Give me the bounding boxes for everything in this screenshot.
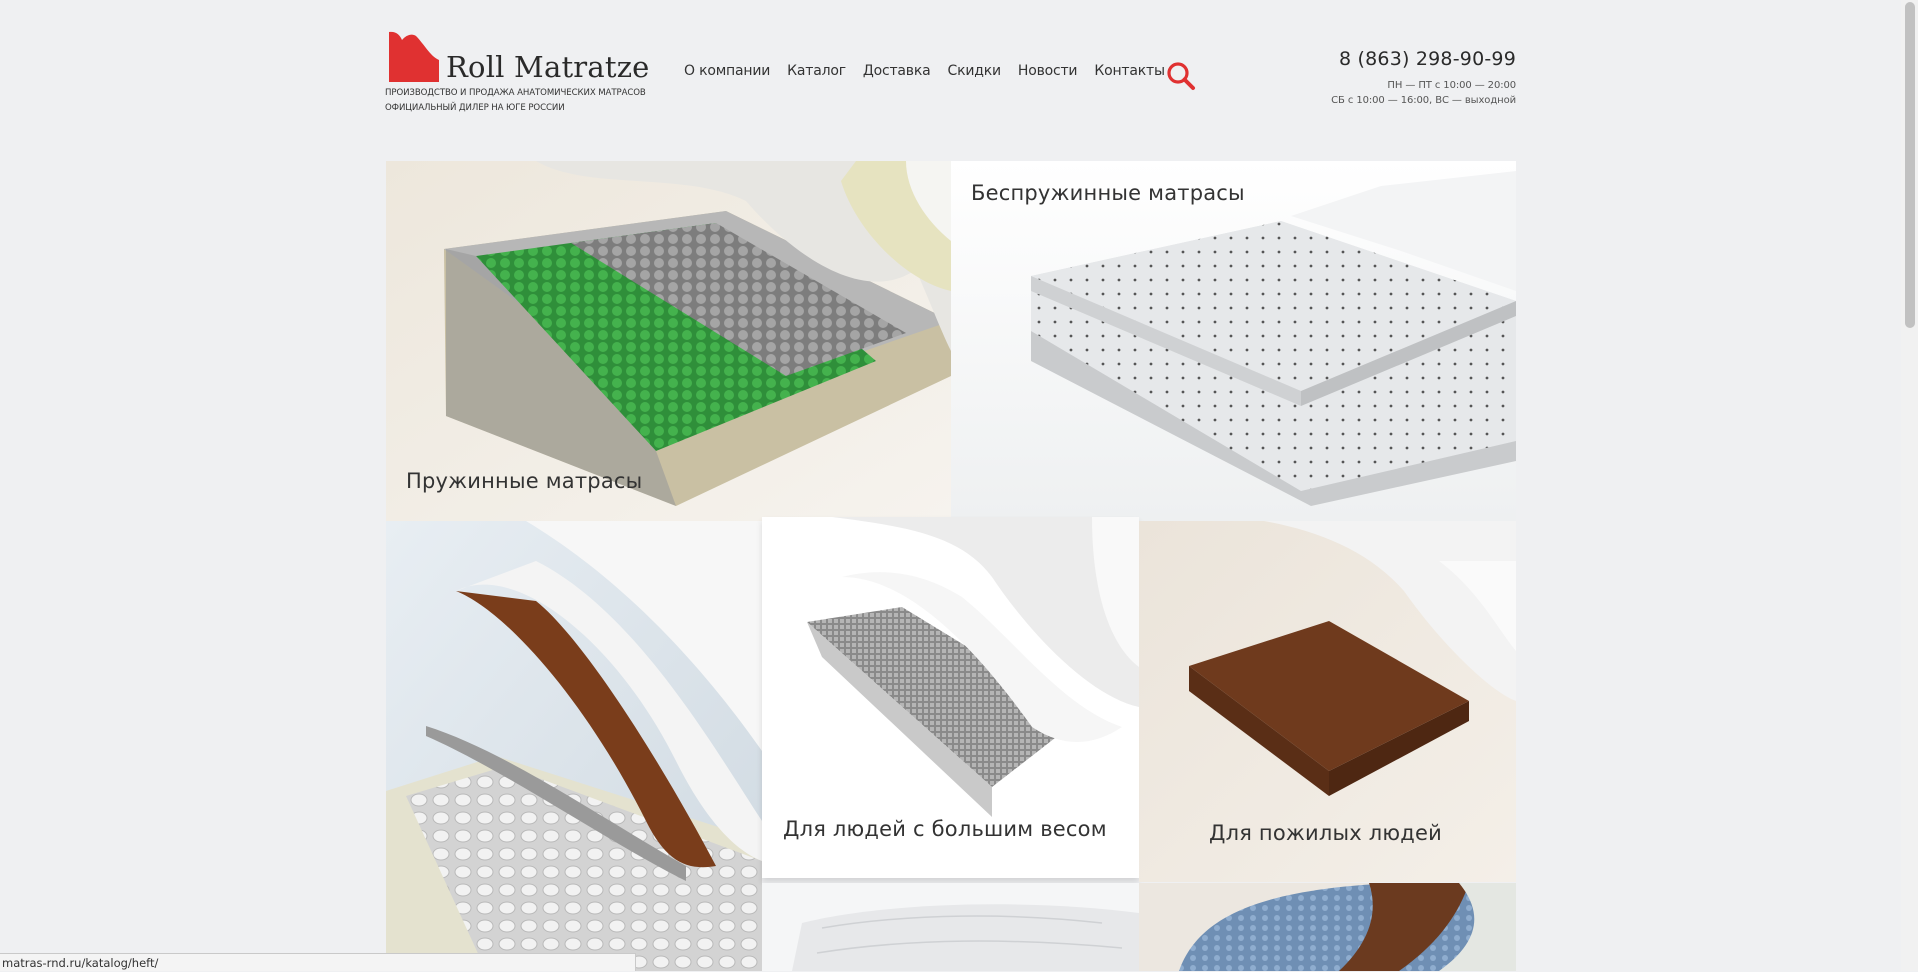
main-nav: О компании Каталог Доставка Скидки Новос… (684, 63, 1182, 79)
tile-springless-mattresses[interactable]: Беспружинные матрасы (951, 161, 1516, 521)
tile-heavy-people[interactable]: Для людей с большим весом (762, 517, 1139, 878)
nav-discounts[interactable]: Скидки (948, 63, 1002, 79)
blue-foam-mattress-image (1139, 883, 1516, 971)
tile-label-spring: Пружинные матрасы (406, 469, 643, 493)
quilted-topper-image (762, 883, 1139, 971)
tile-elderly-people[interactable]: Для пожилых людей (1139, 521, 1516, 882)
working-hours-weekend: СБ с 10:00 — 16:00, ВС — выходной (1331, 95, 1516, 106)
tile-label-heavy: Для людей с большим весом (783, 817, 1107, 841)
logo-icon[interactable] (386, 30, 440, 82)
spring-mattress-image (386, 161, 951, 521)
tile-orthopedic-foam[interactable] (1139, 883, 1516, 971)
nav-about[interactable]: О компании (684, 63, 770, 79)
working-hours-weekdays: ПН — ПТ с 10:00 — 20:00 (1387, 80, 1516, 91)
nav-delivery[interactable]: Доставка (863, 63, 931, 79)
tile-coconut-latex-mattresses[interactable] (386, 521, 762, 971)
springless-mattress-image (951, 161, 1516, 521)
browser-status-bar: matras-rnd.ru/katalog/heft/ (0, 953, 636, 971)
tile-spring-mattresses[interactable]: Пружинные матрасы (386, 161, 951, 521)
nav-contacts[interactable]: Контакты (1094, 63, 1165, 79)
tagline-production: ПРОИЗВОДСТВО И ПРОДАЖА АНАТОМИЧЕСКИХ МАТ… (385, 88, 646, 98)
nav-news[interactable]: Новости (1018, 63, 1078, 79)
tagline-dealer: ОФИЦИАЛЬНЫЙ ДИЛЕР НА ЮГЕ РОССИИ (385, 103, 565, 113)
nav-catalog[interactable]: Каталог (787, 63, 846, 79)
search-icon[interactable] (1165, 60, 1197, 92)
logo-text[interactable]: Roll Matratze (446, 50, 650, 84)
tile-label-springless: Беспружинные матрасы (971, 181, 1245, 205)
catalog-grid: Пружинные матрасы Беспружинные матрасы Д… (386, 161, 1516, 971)
site-header: Roll Matratze ПРОИЗВОДСТВО И ПРОДАЖА АНА… (385, 28, 1516, 118)
tile-label-elderly: Для пожилых людей (1209, 821, 1442, 845)
coconut-latex-mattress-image (386, 521, 762, 971)
tile-quilted-toppers[interactable] (762, 883, 1139, 971)
page-scrollbar[interactable] (1901, 0, 1918, 971)
phone-number[interactable]: 8 (863) 298-90-99 (1339, 48, 1516, 70)
scrollbar-thumb[interactable] (1905, 2, 1915, 328)
